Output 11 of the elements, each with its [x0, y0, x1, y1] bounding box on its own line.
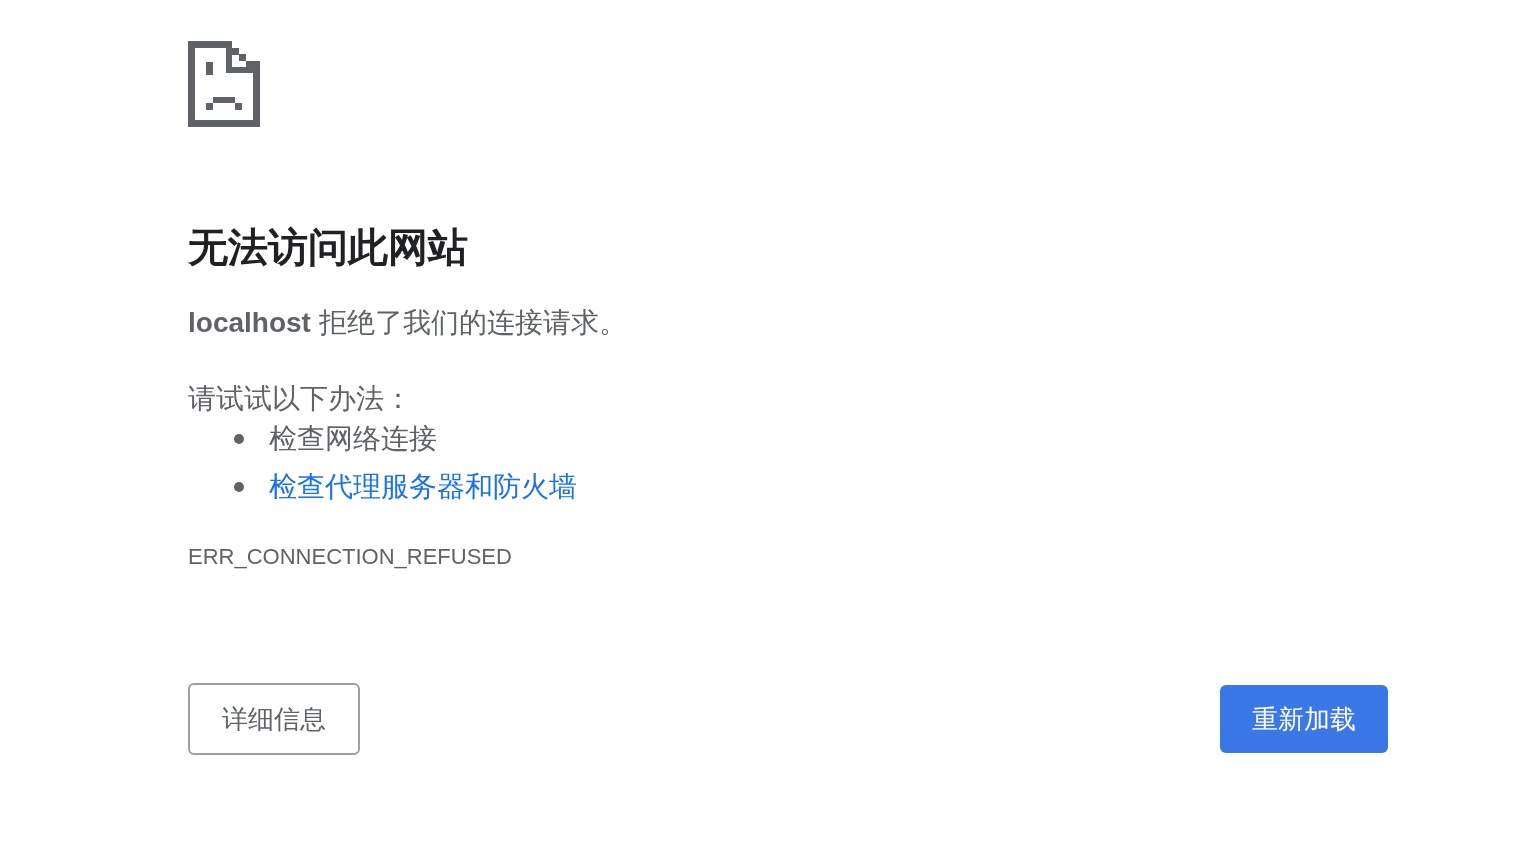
error-code: ERR_CONNECTION_REFUSED: [188, 543, 512, 571]
suggestion-text: 检查网络连接: [269, 422, 437, 456]
suggestion-link[interactable]: 检查代理服务器和防火墙: [269, 469, 577, 505]
reload-button[interactable]: 重新加载: [1220, 685, 1388, 753]
error-message: localhost 拒绝了我们的连接请求。: [188, 306, 627, 340]
details-button[interactable]: 详细信息: [188, 683, 360, 755]
suggestions-heading: 请试试以下办法：: [188, 382, 412, 416]
error-title: 无法访问此网站: [188, 224, 468, 271]
sad-page-icon: [188, 41, 260, 127]
bullet-icon: [234, 482, 244, 492]
bullet-icon: [234, 434, 244, 444]
